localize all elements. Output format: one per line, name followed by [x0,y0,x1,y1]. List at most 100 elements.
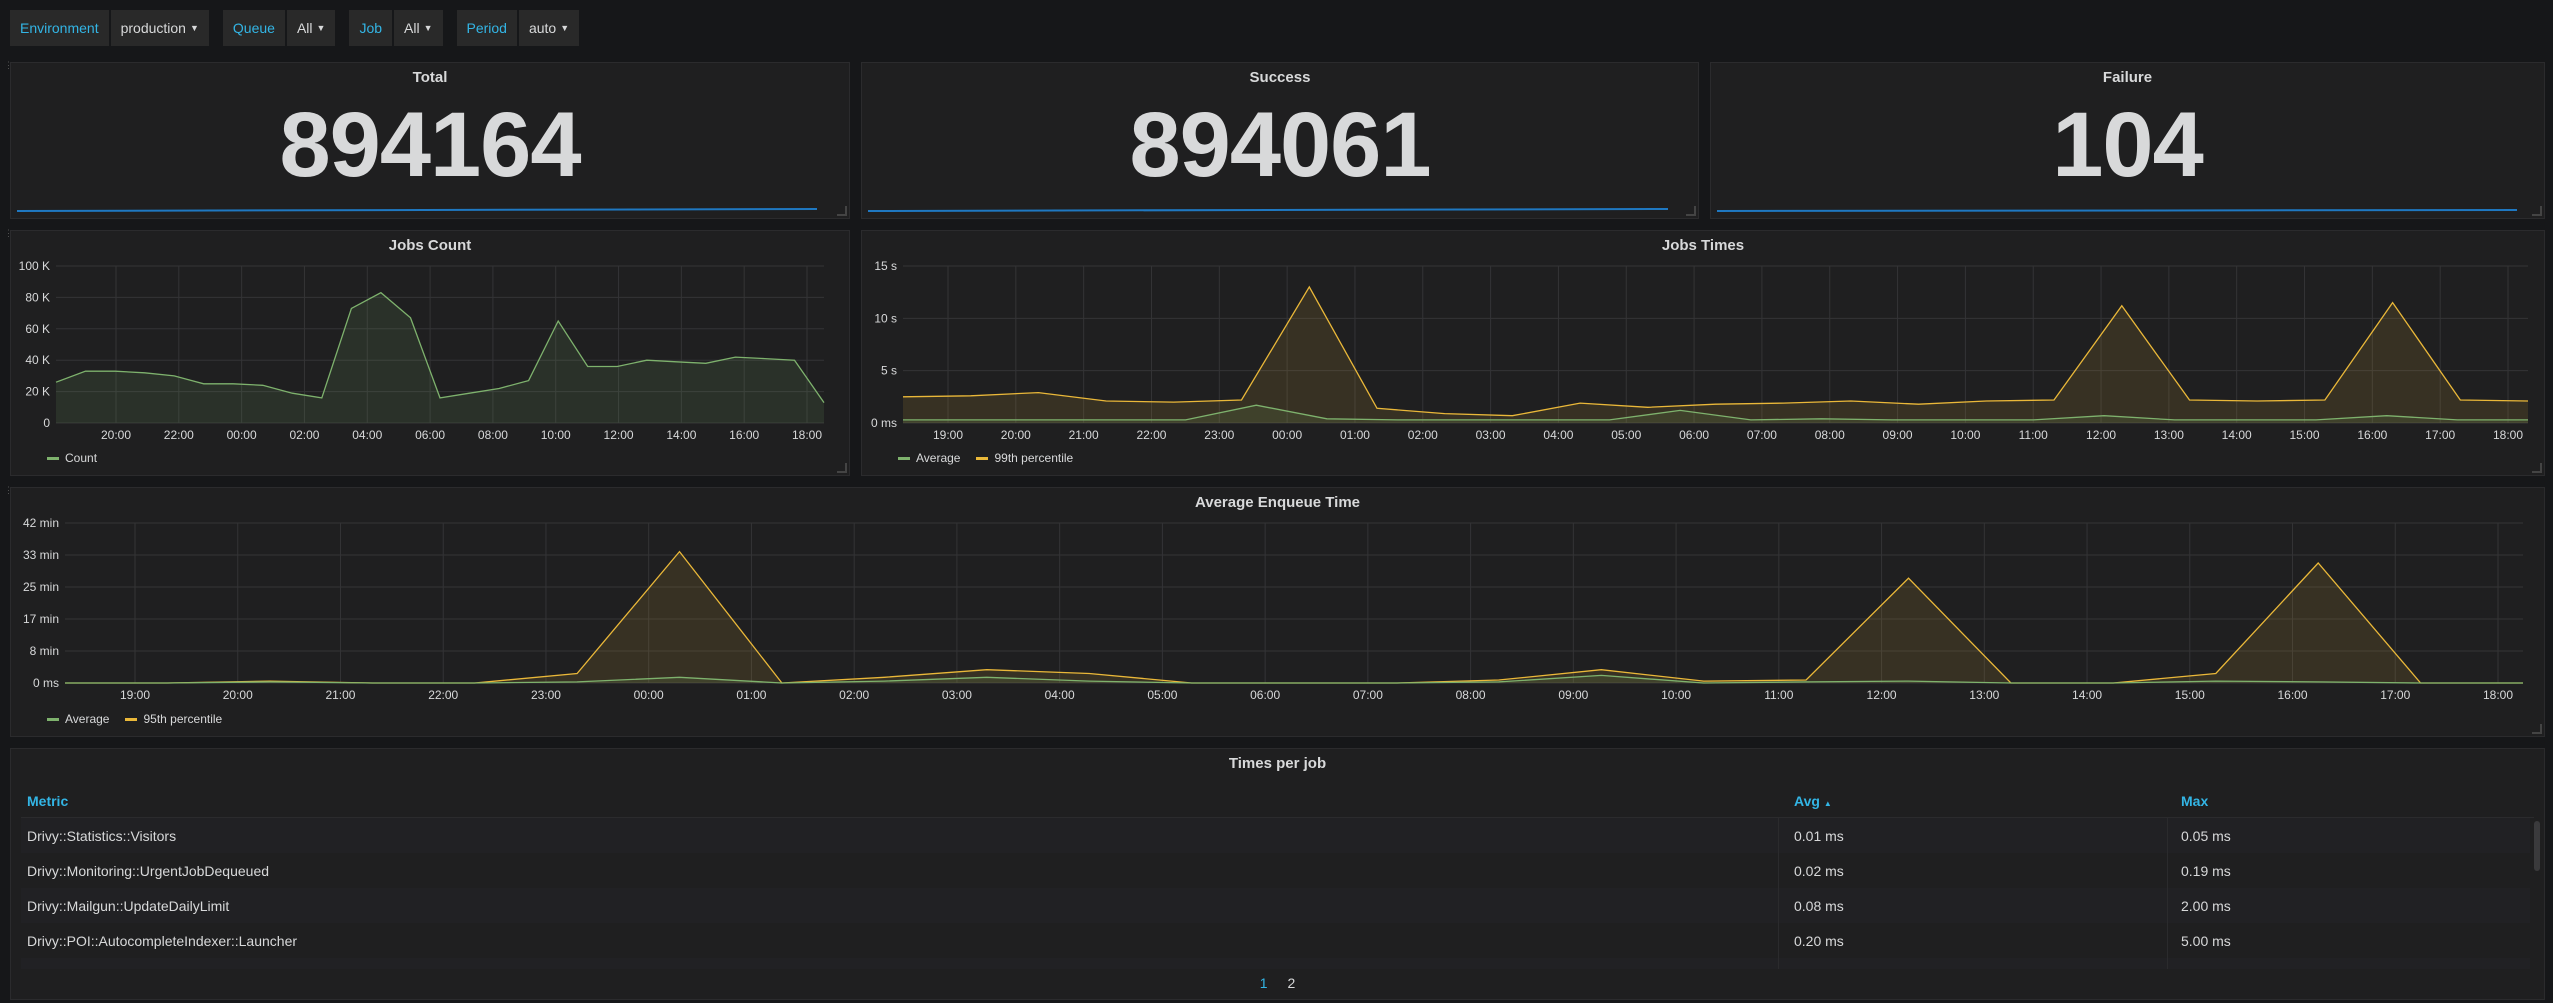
cell-max: 14.82 ms [2181,968,2239,969]
panel-title[interactable]: Jobs Count [11,237,849,254]
y-tick-label: 60 K [25,322,50,336]
legend-item-99th[interactable]: 99th percentile [976,451,1073,465]
legend-item-95th[interactable]: 95th percentile [125,712,222,726]
caret-down-icon: ▼ [424,10,433,46]
x-tick-label: 23:00 [1204,428,1234,442]
jobs-times-chart[interactable]: 15 s10 s5 s0 ms19:0020:0021:0022:0023:00… [862,253,2546,473]
stat-value: 104 [1711,99,2544,191]
x-tick-label: 00:00 [634,688,664,702]
jobs-count-chart[interactable]: 100 K80 K60 K40 K20 K020:0022:0000:0002:… [11,253,851,473]
x-tick-label: 07:00 [1747,428,1777,442]
y-tick-label: 100 K [19,259,50,273]
x-tick-label: 19:00 [120,688,150,702]
caret-down-icon: ▼ [190,10,199,46]
x-tick-label: 03:00 [1476,428,1506,442]
variable-queue-dropdown[interactable]: All ▼ [287,10,335,46]
legend-swatch [125,718,137,721]
stat-panel-total: ⋮ Total 894164 [10,62,850,219]
y-tick-label: 10 s [874,311,897,325]
enqueue-time-chart[interactable]: 42 min33 min25 min17 min8 min0 ms19:0020… [11,512,2546,734]
x-tick-label: 20:00 [223,688,253,702]
panel-title[interactable]: Average Enqueue Time [11,494,2544,511]
x-tick-label: 20:00 [1001,428,1031,442]
x-tick-label: 23:00 [531,688,561,702]
x-tick-label: 12:00 [1867,688,1897,702]
x-tick-label: 02:00 [839,688,869,702]
table-row[interactable]: Drivy::Mailgun::UpdateDailyLimit0.08 ms2… [21,888,2530,924]
sparkline [1717,206,2517,212]
variable-job-label: Job [349,10,392,46]
table-row[interactable]: Drivy::Statistics::Visitors0.01 ms0.05 m… [21,818,2530,854]
column-separator [1778,853,1779,888]
x-tick-label: 11:00 [1764,688,1793,702]
variable-period-value: auto [529,10,556,46]
x-tick-label: 00:00 [1272,428,1302,442]
legend-label: Count [65,451,97,465]
resize-handle-icon[interactable] [2532,724,2542,734]
y-tick-label: 0 ms [33,676,59,690]
table-row[interactable]: Drivy::POI::AutocompleteIndexer::Launche… [21,923,2530,959]
column-separator [1778,958,1779,969]
page-link-2[interactable]: 2 [1287,975,1295,991]
column-separator [2167,923,2168,958]
y-tick-label: 40 K [25,353,50,367]
x-tick-label: 10:00 [541,428,571,442]
panel-title[interactable]: Failure [1711,69,2544,86]
table-row[interactable]: Drivy::Reminder::AddCarPhotos0.59 ms14.8… [21,958,2530,969]
variable-environment-label: Environment [10,10,109,46]
series-area-1 [903,287,2528,423]
x-tick-label: 18:00 [792,428,822,442]
column-header-metric[interactable]: Metric [27,793,68,809]
cell-metric: Drivy::Statistics::Visitors [27,828,176,844]
x-tick-label: 01:00 [1340,428,1370,442]
series-area-0 [56,293,824,423]
resize-handle-icon[interactable] [837,206,847,216]
caret-down-icon: ▼ [560,10,569,46]
y-tick-label: 8 min [30,644,59,658]
page-link-1[interactable]: 1 [1260,975,1268,991]
legend-item-count[interactable]: Count [47,451,97,465]
resize-handle-icon[interactable] [2532,463,2542,473]
x-tick-label: 16:00 [2278,688,2308,702]
x-tick-label: 21:00 [1069,428,1099,442]
template-variables-bar: Environment production ▼ Queue All ▼ Job… [10,10,593,46]
resize-handle-icon[interactable] [837,463,847,473]
column-separator [1778,923,1779,958]
x-tick-label: 21:00 [325,688,355,702]
x-tick-label: 05:00 [1611,428,1641,442]
cell-max: 2.00 ms [2181,898,2231,914]
column-header-avg-label: Avg [1794,793,1820,809]
x-tick-label: 16:00 [729,428,759,442]
sparkline [17,206,817,212]
column-header-avg[interactable]: Avg ▲ [1794,793,1832,809]
legend-item-average[interactable]: Average [898,451,960,465]
x-tick-label: 22:00 [428,688,458,702]
column-header-max[interactable]: Max [2181,793,2208,809]
resize-handle-icon[interactable] [2532,206,2542,216]
legend-item-average[interactable]: Average [47,712,109,726]
drag-handle-icon[interactable]: ⋮ [4,488,8,492]
stat-panel-failure: Failure 104 [1710,62,2545,219]
table-panel-times-per-job: ⋮ Times per job Metric Avg ▲ Max Drivy::… [10,748,2545,1000]
panel-title[interactable]: Times per job [11,755,2544,772]
variable-job-dropdown[interactable]: All ▼ [394,10,442,46]
panel-title[interactable]: Success [862,69,1698,86]
table-row[interactable]: Drivy::Monitoring::UrgentJobDequeued0.02… [21,853,2530,889]
y-tick-label: 5 s [881,364,897,378]
y-tick-label: 15 s [874,259,897,273]
drag-handle-icon[interactable]: ⋮ [4,63,8,67]
cell-avg: 0.08 ms [1794,898,1844,914]
pagination: 1 2 [11,975,2544,991]
table-scrollbar[interactable] [2534,821,2540,871]
variable-environment-dropdown[interactable]: production ▼ [111,10,209,46]
resize-handle-icon[interactable] [1686,206,1696,216]
drag-handle-icon[interactable]: ⋮ [4,231,8,235]
x-tick-label: 11:00 [2019,428,2048,442]
panel-title[interactable]: Total [11,69,849,86]
y-tick-label: 25 min [23,580,59,594]
series-line-1 [903,287,2528,416]
stat-value: 894164 [11,99,849,191]
variable-period-dropdown[interactable]: auto ▼ [519,10,579,46]
sort-asc-icon: ▲ [1824,799,1832,808]
panel-title[interactable]: Jobs Times [862,237,2544,254]
